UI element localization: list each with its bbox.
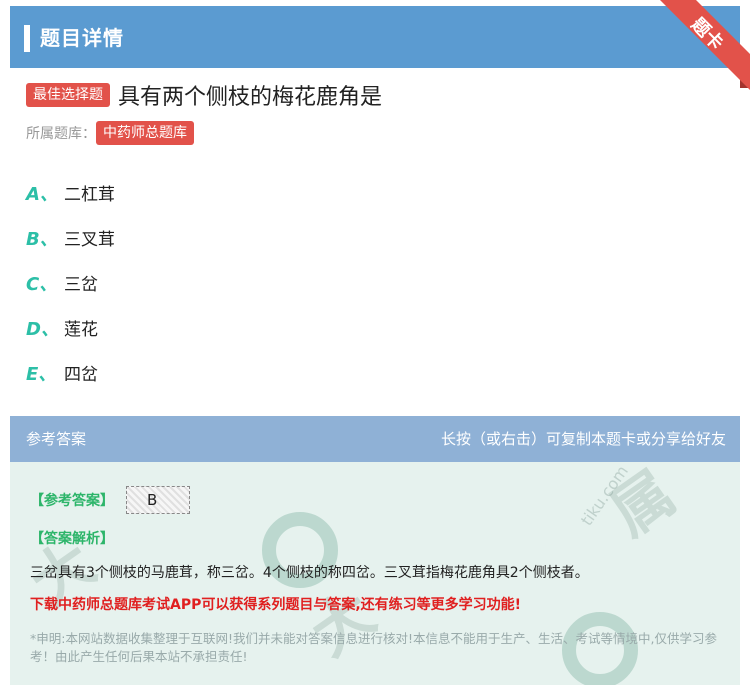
answer-key-row: 【参考答案】 B (30, 486, 190, 514)
bank-label: 所属题库： (26, 126, 96, 142)
header-accent (24, 25, 30, 52)
share-hint[interactable]: 长按（或右击）可复制本题卡或分享给好友 (441, 428, 726, 449)
question-text: 具有两个侧枝的梅花鹿角是 (118, 85, 383, 110)
page-title: 题目详情 (40, 26, 124, 50)
option-text: 四岔 (64, 365, 98, 385)
option-d[interactable]: D、 莲花 (26, 305, 115, 350)
answer-header-title: 参考答案 (26, 430, 87, 448)
disclaimer: *申明:本网站数据收集整理于互联网!我们并未能对答案信息进行核对!本信息不能用于… (30, 631, 717, 664)
analysis-text: 三岔具有3个侧枝的马鹿茸，称三岔。4个侧枝的称四岔。三叉茸指梅花鹿角具2个侧枝者… (30, 565, 589, 581)
header-bar: 题目详情 (10, 6, 740, 68)
bank-row: 所属题库： 中药师总题库 (26, 120, 194, 146)
option-letter: A、 (26, 183, 58, 205)
answer-key-label: 【参考答案】 (30, 493, 114, 509)
option-list: A、 二杠茸 B、 三叉茸 C、 三岔 D、 莲花 E、 四岔 (26, 170, 115, 395)
analysis-label: 【答案解析】 (30, 531, 114, 547)
option-text: 三岔 (64, 275, 98, 295)
option-e[interactable]: E、 四岔 (26, 350, 115, 395)
option-text: 二杠茸 (64, 185, 115, 205)
bank-link[interactable]: 中药师总题库 (96, 121, 194, 145)
option-letter: D、 (26, 318, 59, 340)
option-b[interactable]: B、 三叉茸 (26, 215, 115, 260)
option-text: 莲花 (64, 320, 98, 340)
option-c[interactable]: C、 三岔 (26, 260, 115, 305)
app-promo-link[interactable]: 下载中药师总题库考试APP可以获得系列题目与答案,还有练习等更多学习功能! (30, 594, 521, 614)
option-letter: E、 (26, 363, 57, 385)
corner-ribbon: 题卡 (640, 0, 750, 110)
question-row: 最佳选择题 具有两个侧枝的梅花鹿角是 (26, 78, 382, 112)
option-a[interactable]: A、 二杠茸 (26, 170, 115, 215)
answer-section: 参考答案 长按（或右击）可复制本题卡或分享给好友 大 大 属 tiku.com … (10, 416, 740, 685)
question-type-badge: 最佳选择题 (26, 83, 110, 107)
option-letter: B、 (26, 228, 58, 250)
answer-key-value[interactable]: B (126, 486, 190, 514)
option-text: 三叉茸 (64, 230, 115, 250)
option-letter: C、 (26, 273, 58, 295)
